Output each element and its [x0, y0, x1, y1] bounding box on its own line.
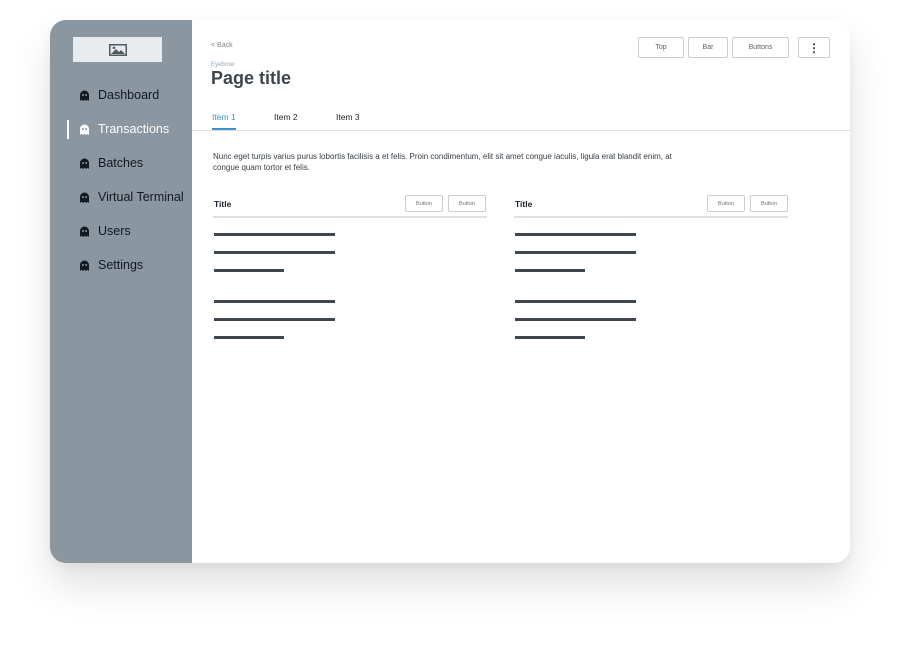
placeholder-line — [515, 318, 636, 321]
ghost-icon — [80, 90, 89, 101]
placeholder-line — [214, 269, 284, 272]
placeholder-line — [515, 233, 636, 236]
placeholder-line — [214, 300, 335, 303]
placeholder-line — [515, 300, 636, 303]
sidebar: Dashboard Transactions Batches Virtual T… — [50, 20, 192, 563]
sidebar-item-label: Virtual Terminal — [98, 190, 184, 204]
more-options-icon[interactable]: ⋮ — [798, 37, 830, 58]
logo[interactable] — [73, 37, 162, 62]
placeholder-line — [515, 251, 636, 254]
tab-item-2[interactable]: Item 2 — [274, 112, 298, 122]
sidebar-item-label: Dashboard — [98, 88, 160, 102]
tabs-divider — [192, 130, 850, 131]
sidebar-item-label: Batches — [98, 156, 144, 170]
sidebar-item-virtual-terminal[interactable]: Virtual Terminal — [50, 187, 192, 209]
content-card: Title Button Button — [514, 195, 788, 355]
placeholder-line — [515, 336, 585, 339]
sidebar-item-batches[interactable]: Batches — [50, 153, 192, 175]
content-card: Title Button Button — [213, 195, 487, 355]
image-placeholder-icon — [108, 43, 127, 56]
sidebar-item-settings[interactable]: Settings — [50, 255, 192, 277]
sidebar-item-dashboard[interactable]: Dashboard — [50, 85, 192, 107]
placeholder-line — [214, 251, 335, 254]
active-indicator — [67, 120, 69, 139]
ghost-icon — [80, 226, 89, 237]
buttons-button[interactable]: Buttons — [732, 37, 789, 58]
card-button[interactable]: Button — [750, 195, 788, 212]
page-title: Page title — [211, 68, 292, 88]
ghost-icon — [80, 158, 89, 169]
card-divider — [213, 216, 487, 218]
back-link[interactable]: < Back — [211, 42, 233, 49]
sidebar-item-label: Settings — [98, 258, 144, 272]
bar-button[interactable]: Bar — [688, 37, 728, 58]
card-divider — [514, 216, 788, 218]
placeholder-line — [214, 336, 284, 339]
placeholder-line — [515, 269, 585, 272]
card-title: Title — [515, 199, 533, 209]
app-window: Dashboard Transactions Batches Virtual T… — [50, 20, 850, 563]
tab-item-3[interactable]: Item 3 — [336, 112, 360, 122]
card-button[interactable]: Button — [405, 195, 443, 212]
body-text: Nunc eget turpis varius purus lobortis f… — [213, 152, 672, 172]
ghost-icon — [80, 124, 89, 135]
ghost-icon — [80, 260, 89, 271]
sidebar-item-users[interactable]: Users — [50, 221, 192, 243]
card-button[interactable]: Button — [707, 195, 745, 212]
top-button[interactable]: Top — [638, 37, 684, 58]
sidebar-item-transactions[interactable]: Transactions — [50, 119, 192, 141]
placeholder-line — [214, 233, 335, 236]
card-button[interactable]: Button — [448, 195, 486, 212]
sidebar-item-label: Transactions — [98, 122, 170, 136]
tab-item-1[interactable]: Item 1 — [212, 112, 236, 122]
card-title: Title — [214, 199, 232, 209]
placeholder-line — [214, 318, 335, 321]
main-content: < Back Eyebrow Page title Top Bar Button… — [192, 20, 850, 563]
sidebar-item-label: Users — [98, 224, 131, 238]
ghost-icon — [80, 192, 89, 203]
